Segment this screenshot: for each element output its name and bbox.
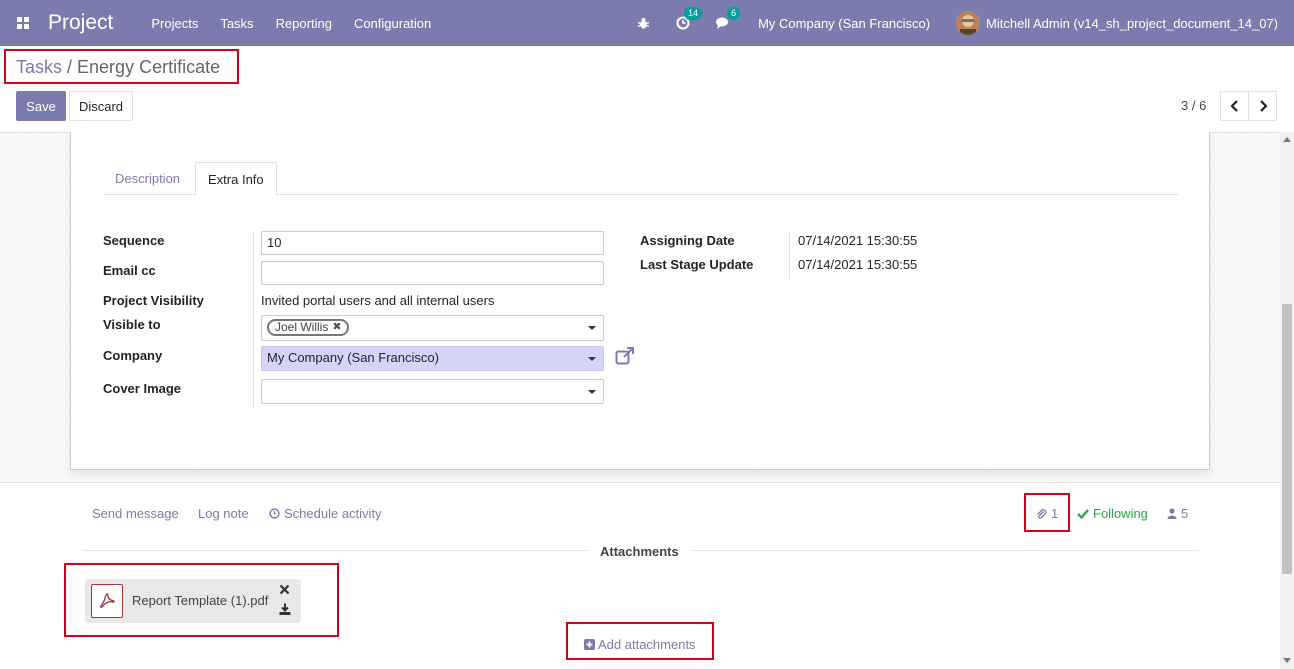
company-label: Company xyxy=(103,348,163,363)
visible-to-label: Visible to xyxy=(103,317,161,332)
remove-tag-icon[interactable]: ✖ xyxy=(332,321,341,334)
menu-projects[interactable]: Projects xyxy=(151,16,198,31)
activity-count-badge: 14 xyxy=(684,7,703,20)
highlight-attachment-count-box xyxy=(1024,493,1070,532)
highlight-add-attachments-box xyxy=(566,622,714,660)
check-icon xyxy=(1077,509,1089,519)
message-count-badge: 6 xyxy=(727,7,741,20)
assigning-date-label: Assigning Date xyxy=(640,233,735,248)
project-visibility-value: Invited portal users and all internal us… xyxy=(261,293,495,308)
company-select-value: My Company (San Francisco) xyxy=(267,350,439,365)
cover-image-select[interactable] xyxy=(261,379,604,404)
label-divider-right xyxy=(789,231,790,279)
visible-to-tag: Joel Willis ✖ xyxy=(267,319,349,336)
assigning-date-value: 07/14/2021 15:30:55 xyxy=(798,233,918,248)
scroll-down-arrow-icon[interactable] xyxy=(1283,658,1291,663)
schedule-activity-label: Schedule activity xyxy=(284,506,382,521)
project-visibility-label: Project Visibility xyxy=(103,293,204,308)
user-menu[interactable]: Mitchell Admin (v14_sh_project_document_… xyxy=(986,16,1278,31)
top-navbar: Project Projects Tasks Reporting Configu… xyxy=(0,0,1294,46)
chevron-right-icon xyxy=(1259,100,1268,112)
debug-bug-icon[interactable] xyxy=(637,17,650,30)
highlight-breadcrumb-box xyxy=(4,49,239,84)
tab-extra-info[interactable]: Extra Info xyxy=(195,162,277,196)
chevron-left-icon xyxy=(1229,100,1238,112)
send-message-button[interactable]: Send message xyxy=(92,506,179,521)
attachments-divider-right xyxy=(691,550,1199,551)
menu-tasks[interactable]: Tasks xyxy=(220,16,253,31)
log-note-button[interactable]: Log note xyxy=(198,506,249,521)
scroll-up-arrow-icon[interactable] xyxy=(1283,137,1291,142)
user-icon xyxy=(1167,508,1177,519)
app-name[interactable]: Project xyxy=(48,11,113,35)
user-avatar[interactable] xyxy=(956,11,981,35)
sequence-label: Sequence xyxy=(103,233,165,248)
highlight-attachment-card-box xyxy=(64,563,339,637)
external-link-icon[interactable] xyxy=(615,347,635,368)
company-switcher[interactable]: My Company (San Francisco) xyxy=(758,16,930,31)
pager-next-button[interactable] xyxy=(1248,91,1277,121)
company-select[interactable]: My Company (San Francisco) xyxy=(261,346,604,371)
following-label: Following xyxy=(1093,506,1148,521)
email-cc-label: Email cc xyxy=(103,263,156,278)
email-cc-input[interactable] xyxy=(261,261,604,285)
vertical-scrollbar[interactable] xyxy=(1280,132,1294,669)
attachments-divider-left xyxy=(82,550,588,551)
followers-button[interactable]: 5 xyxy=(1167,506,1188,521)
menu-reporting[interactable]: Reporting xyxy=(276,16,332,31)
dropdown-caret-icon[interactable] xyxy=(588,357,596,361)
save-button[interactable]: Save xyxy=(16,91,66,121)
chatter-panel: Send message Log note Schedule activity … xyxy=(0,482,1280,669)
menu-configuration[interactable]: Configuration xyxy=(354,16,431,31)
visible-to-field[interactable]: Joel Willis ✖ xyxy=(261,315,604,341)
visible-to-tag-label: Joel Willis xyxy=(275,320,329,334)
clock-icon xyxy=(269,508,280,519)
activity-clock-icon[interactable]: 14 xyxy=(676,7,703,30)
followers-count: 5 xyxy=(1181,506,1189,521)
notebook-tabs: Description Extra Info xyxy=(103,162,1178,196)
pager-previous-button[interactable] xyxy=(1220,91,1249,121)
form-sheet: Description Extra Info Sequence Email cc… xyxy=(70,132,1210,470)
schedule-activity-button[interactable]: Schedule activity xyxy=(269,506,382,521)
scroll-thumb[interactable] xyxy=(1282,304,1292,574)
apps-menu-icon[interactable] xyxy=(0,0,46,46)
discard-button[interactable]: Discard xyxy=(69,91,133,121)
dropdown-caret-icon[interactable] xyxy=(588,390,596,394)
pager-counter[interactable]: 3 / 6 xyxy=(1181,98,1206,113)
last-stage-update-value: 07/14/2021 15:30:55 xyxy=(798,257,918,272)
dropdown-caret-icon[interactable] xyxy=(588,326,596,330)
attachments-title: Attachments xyxy=(600,544,679,559)
tab-description[interactable]: Description xyxy=(103,162,192,196)
cover-image-label: Cover Image xyxy=(103,381,182,396)
sequence-input[interactable]: 10 xyxy=(261,231,604,255)
label-divider xyxy=(253,231,254,409)
following-button[interactable]: Following xyxy=(1077,506,1148,521)
messages-comments-icon[interactable]: 6 xyxy=(716,7,741,30)
last-stage-update-label: Last Stage Update xyxy=(640,257,754,272)
